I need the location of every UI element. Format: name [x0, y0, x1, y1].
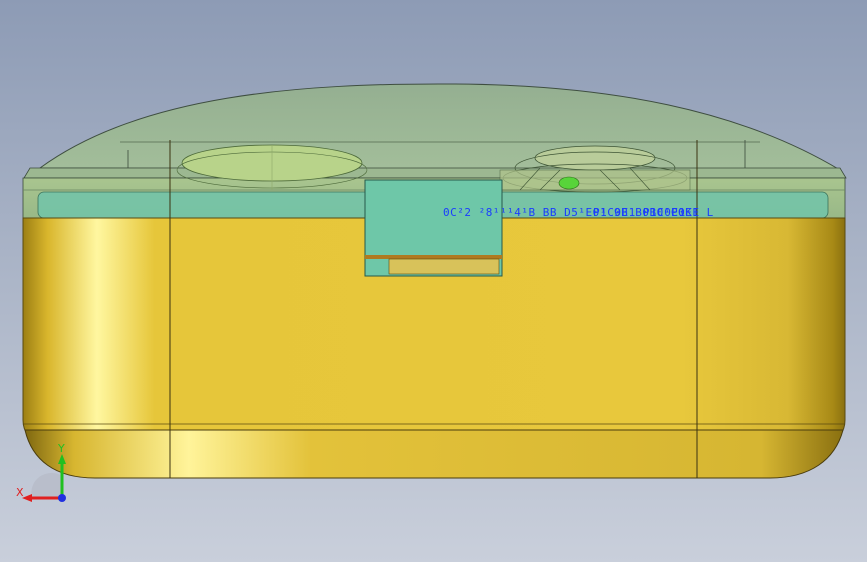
base — [24, 429, 844, 479]
triad-icon — [22, 454, 66, 502]
y-axis-label: Y — [58, 442, 65, 455]
annotation-line-3: P0KE L — [671, 206, 714, 219]
cad-viewport[interactable]: 0C²2 ²8¹¹¹4¹B BB D5¹E0¹ 9B B0B0¹C0E1 P1C… — [0, 0, 867, 562]
coordinate-triad: X Y — [14, 440, 74, 510]
model-view[interactable] — [0, 0, 867, 562]
x-axis-label: X — [16, 486, 24, 499]
right-dial — [534, 145, 656, 171]
cover-rim — [23, 167, 847, 179]
cover-dome — [38, 83, 842, 171]
green-button — [558, 176, 580, 190]
